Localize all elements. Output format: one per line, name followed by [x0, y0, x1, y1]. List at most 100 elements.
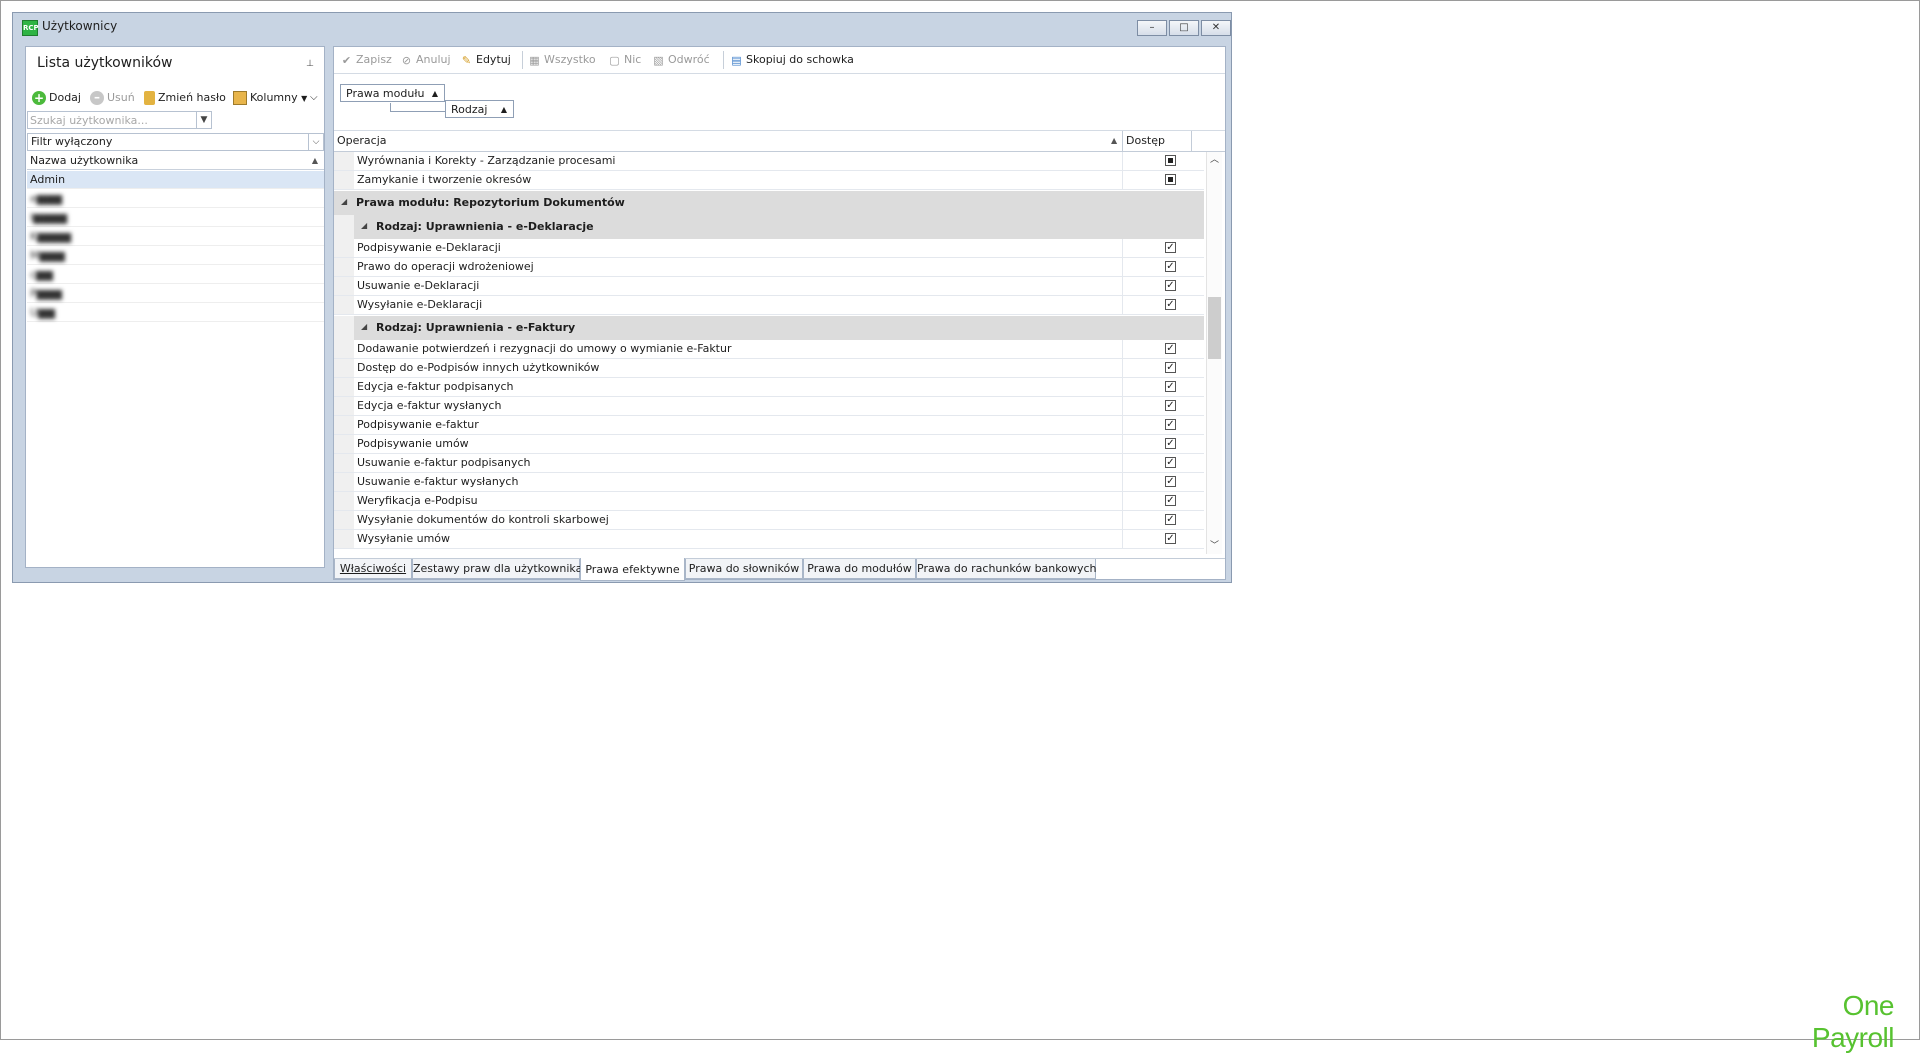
tab-label: Zestawy praw dla użytkownika: [413, 562, 583, 575]
column-divider[interactable]: [1191, 131, 1192, 151]
user-name: U▆▆: [30, 306, 55, 319]
group-chip-module[interactable]: Prawa modułu ▲: [340, 84, 445, 102]
user-search-input[interactable]: [30, 113, 190, 127]
cell-divider: [1122, 239, 1123, 257]
search-dropdown-icon[interactable]: ▼: [196, 112, 211, 128]
kind-group-row[interactable]: ◢ Rodzaj: Uprawnienia - e-Faktury: [354, 316, 1204, 340]
save-button[interactable]: ✔ Zapisz: [340, 52, 392, 68]
kind-group-label: Rodzaj: Uprawnienia - e-Faktury: [376, 321, 576, 334]
user-row[interactable]: K▆▆▆▆: [27, 228, 324, 246]
collapse-triangle-icon[interactable]: ◢: [341, 197, 347, 206]
access-checkbox[interactable]: ✓: [1165, 362, 1176, 373]
collapse-triangle-icon[interactable]: ◢: [361, 322, 367, 331]
user-name: K▆▆▆▆: [30, 230, 72, 243]
table-row[interactable]: Wysyłanie e-Deklaracji ✓: [334, 296, 1204, 315]
scroll-up-icon[interactable]: ︿: [1207, 152, 1222, 168]
change-password-button[interactable]: Zmień hasło: [144, 90, 226, 106]
delete-user-button[interactable]: – Usuń: [90, 90, 135, 106]
access-checkbox[interactable]: ✓: [1165, 476, 1176, 487]
toolbar-overflow-chevron-icon[interactable]: ⌵: [310, 90, 318, 106]
pin-icon[interactable]: ⊥: [306, 59, 314, 69]
table-row[interactable]: Usuwanie e-faktur wysłanych ✓: [334, 473, 1204, 492]
table-row[interactable]: Zamykanie i tworzenie okresów: [334, 171, 1204, 190]
table-row[interactable]: Usuwanie e-Deklaracji ✓: [334, 277, 1204, 296]
operation-name: Wysyłanie dokumentów do kontroli skarbow…: [357, 513, 609, 526]
copy-to-clipboard-button[interactable]: ▤ Skopiuj do schowka: [730, 52, 854, 68]
table-row[interactable]: Podpisywanie e-faktur ✓: [334, 416, 1204, 435]
select-all-button[interactable]: ▦ Wszystko: [528, 52, 595, 68]
tab-user-rights-sets[interactable]: Zestawy praw dla użytkownika: [412, 559, 583, 579]
access-column-header[interactable]: Dostęp: [1126, 131, 1165, 151]
table-row[interactable]: Wyrównania i Korekty - Zarządzanie proce…: [334, 152, 1204, 171]
table-row[interactable]: Wysyłanie dokumentów do kontroli skarbow…: [334, 511, 1204, 530]
access-checkbox[interactable]: [1165, 174, 1176, 185]
cell-divider: [1122, 492, 1123, 510]
operation-column-header[interactable]: Operacja: [337, 131, 387, 151]
table-row[interactable]: Usuwanie e-faktur podpisanych ✓: [334, 454, 1204, 473]
cancel-label: Anuluj: [416, 53, 451, 66]
user-row[interactable]: M▆▆▆: [27, 247, 324, 265]
access-checkbox[interactable]: ✓: [1165, 419, 1176, 430]
tab-properties[interactable]: Właściwości: [334, 559, 412, 579]
access-checkbox[interactable]: ✓: [1165, 533, 1176, 544]
invert-button[interactable]: ▧ Odwróć: [652, 52, 709, 68]
vertical-scrollbar[interactable]: ︿ ﹀: [1206, 152, 1222, 554]
maximize-button[interactable]: □: [1169, 20, 1199, 36]
access-checkbox[interactable]: [1165, 155, 1176, 166]
kind-group-row[interactable]: ◢ Rodzaj: Uprawnienia - e-Deklaracje: [354, 215, 1204, 239]
access-checkbox[interactable]: ✓: [1165, 400, 1176, 411]
user-row[interactable]: I▆▆▆▆: [27, 209, 324, 227]
user-row[interactable]: Admin: [27, 171, 324, 189]
collapse-triangle-icon[interactable]: ◢: [361, 221, 367, 230]
filter-chevron-icon[interactable]: ⌵: [308, 134, 323, 150]
row-indent: [334, 171, 354, 189]
user-row[interactable]: e▆▆▆: [27, 190, 324, 208]
access-checkbox[interactable]: ✓: [1165, 457, 1176, 468]
operation-name: Usuwanie e-faktur podpisanych: [357, 456, 531, 469]
cancel-button[interactable]: ⊘ Anuluj: [400, 52, 451, 68]
close-button[interactable]: ✕: [1201, 20, 1231, 36]
tab-module-rights[interactable]: Prawa do modułów: [803, 559, 916, 579]
tab-dictionary-rights[interactable]: Prawa do słowników: [685, 559, 803, 579]
scrollbar-thumb[interactable]: [1208, 297, 1221, 359]
column-divider[interactable]: [1122, 131, 1123, 151]
access-checkbox[interactable]: ✓: [1165, 438, 1176, 449]
user-name: M▆▆▆: [30, 249, 65, 262]
table-row[interactable]: Dodawanie potwierdzeń i rezygnacji do um…: [334, 340, 1204, 359]
table-row[interactable]: Edycja e-faktur podpisanych ✓: [334, 378, 1204, 397]
user-row[interactable]: c▆▆: [27, 266, 324, 284]
table-row[interactable]: Prawo do operacji wdrożeniowej ✓: [334, 258, 1204, 277]
table-row[interactable]: Edycja e-faktur wysłanych ✓: [334, 397, 1204, 416]
access-checkbox[interactable]: ✓: [1165, 280, 1176, 291]
select-none-button[interactable]: ▢ Nic: [608, 52, 641, 68]
kind-group-label: Rodzaj: Uprawnienia - e-Deklaracje: [376, 220, 594, 233]
minimize-button[interactable]: –: [1137, 20, 1167, 36]
access-checkbox[interactable]: ✓: [1165, 343, 1176, 354]
row-indent: [334, 258, 354, 276]
tab-effective-rights[interactable]: Prawa efektywne: [580, 558, 685, 581]
add-user-button[interactable]: + Dodaj: [32, 90, 81, 106]
username-column-header[interactable]: Nazwa użytkownika ▲: [27, 152, 324, 170]
user-row[interactable]: U▆▆: [27, 304, 324, 322]
scroll-down-icon[interactable]: ﹀: [1207, 538, 1222, 554]
user-row[interactable]: P▆▆▆: [27, 285, 324, 303]
access-checkbox[interactable]: ✓: [1165, 381, 1176, 392]
columns-button[interactable]: Kolumny ▼: [233, 90, 307, 106]
access-checkbox[interactable]: ✓: [1165, 299, 1176, 310]
title-bar[interactable]: RCP Użytkownicy – □ ✕: [13, 13, 1231, 39]
group-chip-kind[interactable]: Rodzaj ▲: [445, 100, 514, 118]
table-row[interactable]: Wysyłanie umów ✓: [334, 530, 1204, 549]
table-row[interactable]: Podpisywanie umów ✓: [334, 435, 1204, 454]
table-row[interactable]: Podpisywanie e-Deklaracji ✓: [334, 239, 1204, 258]
access-checkbox[interactable]: ✓: [1165, 495, 1176, 506]
access-checkbox[interactable]: ✓: [1165, 514, 1176, 525]
module-group-row[interactable]: ◢ Prawa modułu: Repozytorium Dokumentów: [334, 191, 1204, 215]
access-checkbox[interactable]: ✓: [1165, 242, 1176, 253]
access-checkbox[interactable]: ✓: [1165, 261, 1176, 272]
edit-button[interactable]: ✎ Edytuj: [460, 52, 511, 68]
table-row[interactable]: Weryfikacja e-Podpisu ✓: [334, 492, 1204, 511]
filter-dropdown[interactable]: Filtr wyłączony ⌵: [27, 133, 324, 151]
table-row[interactable]: Dostęp do e-Podpisów innych użytkowników…: [334, 359, 1204, 378]
tab-bank-account-rights[interactable]: Prawa do rachunków bankowych: [916, 559, 1097, 579]
user-search-field[interactable]: ▼: [27, 111, 212, 129]
